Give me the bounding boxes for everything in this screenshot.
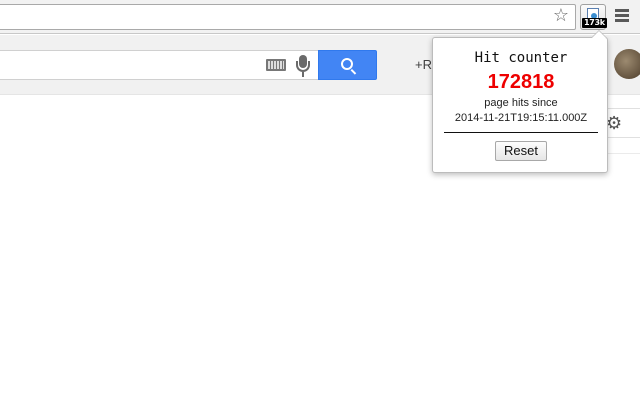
search-button[interactable]	[318, 50, 377, 80]
address-bar[interactable]	[0, 4, 576, 30]
hamburger-menu-icon[interactable]	[614, 9, 630, 25]
hit-counter-popup: Hit counter 172818 page hits since 2014-…	[432, 30, 608, 173]
search-icon	[341, 58, 353, 70]
since-label: page hits since	[484, 97, 558, 109]
divider	[444, 132, 598, 133]
plus-profile-link[interactable]: +R	[415, 57, 432, 72]
avatar[interactable]	[614, 49, 640, 79]
hit-count: 172818	[487, 71, 555, 93]
reset-button[interactable]: Reset	[495, 141, 547, 161]
popup-title: Hit counter	[474, 50, 568, 66]
keyboard-icon[interactable]	[266, 59, 286, 71]
hit-counter-extension-button[interactable]: 173k	[580, 4, 607, 30]
popup-arrow	[591, 30, 607, 38]
extension-badge: 173k	[582, 18, 607, 28]
browser-toolbar: ☆ 173k	[0, 0, 640, 34]
bookmark-star-icon[interactable]: ☆	[550, 5, 572, 27]
microphone-icon[interactable]	[296, 55, 310, 77]
since-date: 2014-11-21T19:15:11.000Z	[454, 112, 588, 124]
